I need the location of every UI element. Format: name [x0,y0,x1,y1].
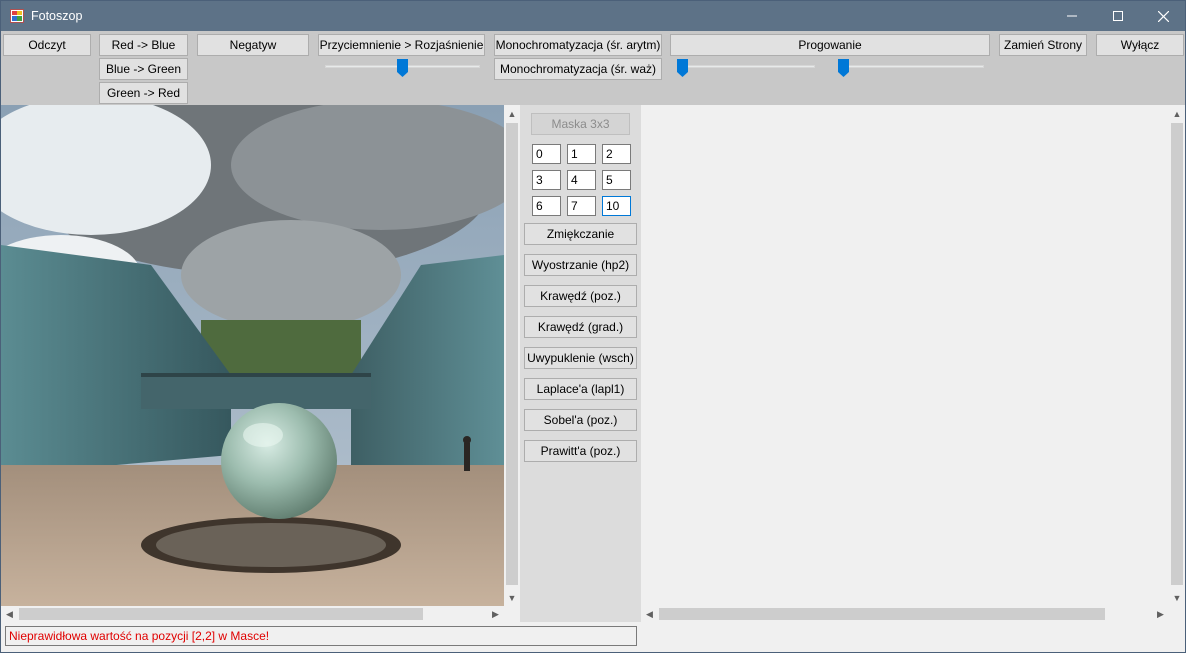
mask-cell-0-1[interactable] [567,144,596,164]
mask-cell-1-0[interactable] [532,170,561,190]
brightness-slider[interactable] [325,59,480,79]
threshold-button[interactable]: Progowanie [670,34,990,56]
close-button[interactable] [1140,1,1186,31]
mask-cell-2-1[interactable] [567,196,596,216]
mask-cell-1-1[interactable] [567,170,596,190]
result-vertical-scrollbar[interactable]: ▲ ▼ [1169,105,1185,606]
mask-cell-2-0[interactable] [532,196,561,216]
scroll-thumb[interactable] [506,123,518,585]
mask-cell-2-2[interactable] [602,196,631,216]
laplace-button[interactable]: Laplace'a (lapl1) [524,378,637,400]
scroll-thumb[interactable] [1171,123,1183,585]
mask-title-button: Maska 3x3 [531,113,630,135]
slider-track [838,65,984,68]
blue-green-button[interactable]: Blue -> Green [99,58,188,80]
scroll-left-icon[interactable]: ◀ [641,606,658,622]
sharpen-button[interactable]: Wyostrzanie (hp2) [524,254,637,276]
source-vertical-scrollbar[interactable]: ▲ ▼ [504,105,520,606]
read-button[interactable]: Odczyt [3,34,91,56]
swap-sides-button[interactable]: Zamień Strony [999,34,1087,56]
result-horizontal-scrollbar[interactable]: ◀ ▶ [641,606,1169,622]
minimize-icon [1067,15,1077,17]
slider-thumb[interactable] [397,59,408,77]
soften-button[interactable]: Zmiękczanie [524,223,637,245]
scroll-down-icon[interactable]: ▼ [504,589,520,606]
app-icon [10,9,24,23]
mask-cell-0-2[interactable] [602,144,631,164]
green-red-button[interactable]: Green -> Red [99,82,188,104]
negative-button[interactable]: Negatyw [197,34,309,56]
minimize-button[interactable] [1049,1,1095,31]
slider-thumb[interactable] [838,59,849,77]
photo-illustration [1,105,504,606]
scroll-down-icon[interactable]: ▼ [1169,589,1185,606]
threshold-slider-2[interactable] [838,59,984,79]
scroll-right-icon[interactable]: ▶ [487,606,504,622]
scroll-up-icon[interactable]: ▲ [504,105,520,122]
close-icon [1157,10,1169,22]
maximize-icon [1113,11,1123,21]
slider-track [677,65,815,68]
scroll-right-icon[interactable]: ▶ [1152,606,1169,622]
mono-avg-button[interactable]: Monochromatyzacja (śr. arytm) [494,34,662,56]
toolbar: Odczyt Red -> Blue Blue -> Green Green -… [1,31,1185,105]
mask-cell-0-0[interactable] [532,144,561,164]
scroll-thumb[interactable] [659,608,1105,620]
exit-button[interactable]: Wyłącz [1096,34,1184,56]
prewitt-button[interactable]: Prawitt'a (poz.) [524,440,637,462]
slider-thumb[interactable] [677,59,688,77]
scroll-thumb[interactable] [19,608,423,620]
red-blue-button[interactable]: Red -> Blue [99,34,188,56]
title-bar[interactable]: Fotoszop [1,1,1185,31]
result-image-panel[interactable]: ▲ ▼ ◀ ▶ [641,105,1185,622]
scroll-left-icon[interactable]: ◀ [1,606,18,622]
emboss-button[interactable]: Uwypuklenie (wsch) [524,347,637,369]
scroll-up-icon[interactable]: ▲ [1169,105,1185,122]
app-window: Fotoszop Odczyt Red -> Blue Blue -> Gree… [0,0,1186,653]
source-horizontal-scrollbar[interactable]: ◀ ▶ [1,606,504,622]
maximize-button[interactable] [1095,1,1141,31]
source-image-panel[interactable]: ▲ ▼ ◀ ▶ [1,105,520,622]
threshold-slider-1[interactable] [677,59,815,79]
status-message: Nieprawidłowa wartość na pozycji [2,2] w… [5,626,637,646]
window-title: Fotoszop [31,9,83,23]
sobel-button[interactable]: Sobel'a (poz.) [524,409,637,431]
mono-weighted-button[interactable]: Monochromatyzacja (śr. waż) [494,58,662,80]
edge-gradient-button[interactable]: Krawędź (grad.) [524,316,637,338]
mask-panel: Maska 3x3 Zmiękczanie Wyostrzanie (hp2) … [520,105,641,622]
source-image [1,105,504,606]
brightness-button[interactable]: Przyciemnienie > Rozjaśnienie [318,34,485,56]
mask-cell-1-2[interactable] [602,170,631,190]
edge-horizontal-button[interactable]: Krawędź (poz.) [524,285,637,307]
